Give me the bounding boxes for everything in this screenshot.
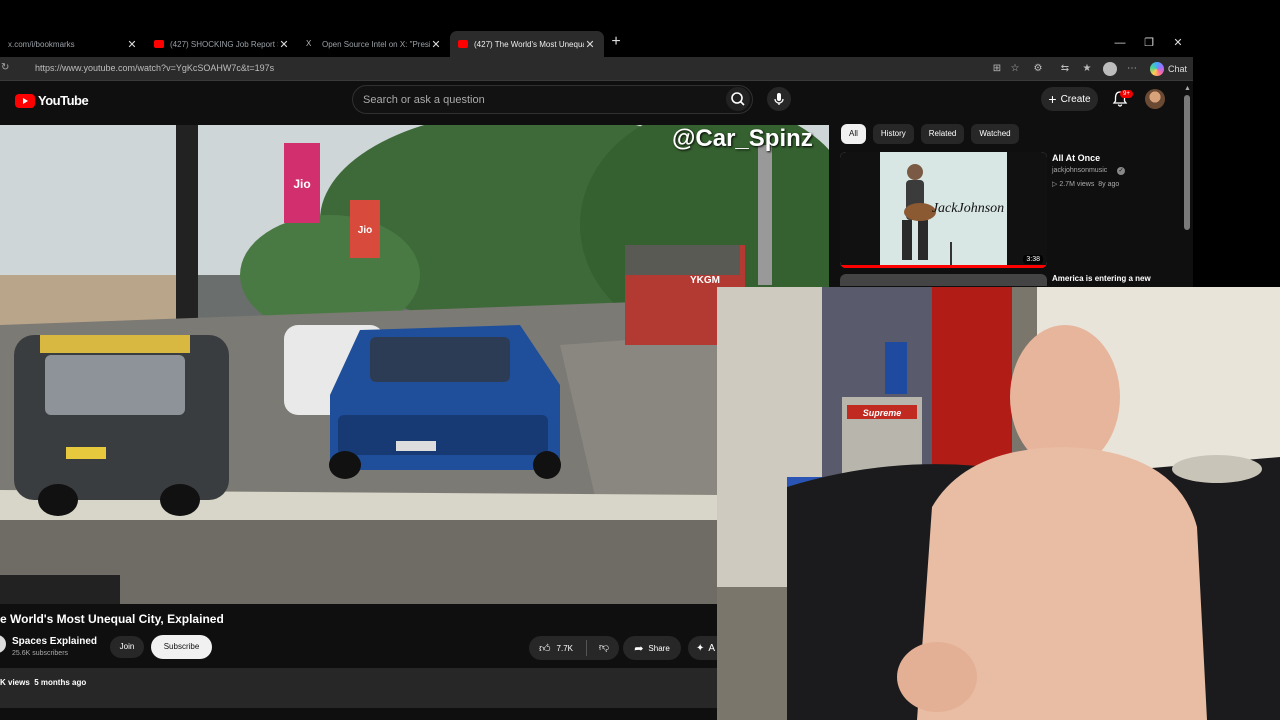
jio-sign-text-2: Jio <box>358 225 372 236</box>
tab-title: (427) SHOCKING Job Report Stuns <box>170 39 278 49</box>
close-tab-icon[interactable]: ✕ <box>430 38 442 51</box>
favorite-star-icon[interactable]: ☆ <box>1009 63 1021 75</box>
app-available-icon[interactable]: ⊞ <box>991 63 1003 75</box>
webcam-frame: Supreme <box>717 287 1280 720</box>
video-frame: Jio Jio YKGM <box>0 125 829 604</box>
url-field[interactable]: https://www.youtube.com/watch?v=YgKcSOAH… <box>35 63 274 73</box>
recommendation-thumbnail-2[interactable] <box>840 274 1047 286</box>
tab-open-source-intel[interactable]: X Open Source Intel on X: "Preside ✕ <box>298 31 450 57</box>
share-label: Share <box>648 643 670 653</box>
recommendation-channel[interactable]: jackjohnsonmusic <box>1052 167 1107 174</box>
close-window-button[interactable]: ✕ <box>1168 36 1188 50</box>
scrollbar-thumb[interactable] <box>1184 95 1190 230</box>
user-avatar[interactable] <box>1145 89 1165 109</box>
browser-profile-avatar[interactable] <box>1103 62 1117 76</box>
favorites-icon[interactable]: ★ <box>1081 63 1093 75</box>
x-favicon-icon: X <box>306 39 312 48</box>
album-art-text: JackJohnson <box>932 201 1004 216</box>
address-bar: ↻ https://www.youtube.com/watch?v=YgKcSO… <box>0 57 1193 81</box>
share-arrow-icon: ➦ <box>634 642 644 655</box>
like-button[interactable]: 👍︎ 7.7K <box>529 636 583 660</box>
share-button[interactable]: ➦ Share <box>623 636 681 660</box>
create-button[interactable]: + Create <box>1041 87 1098 111</box>
duration-badge: 3:38 <box>1023 255 1043 264</box>
close-tab-icon[interactable]: ✕ <box>278 38 290 51</box>
filter-chips: All History Related Watched <box>841 124 1019 144</box>
new-tab-button[interactable]: + <box>608 34 624 50</box>
copilot-icon[interactable] <box>1150 62 1164 76</box>
search-input[interactable] <box>361 92 701 108</box>
youtube-favicon-icon <box>458 40 468 48</box>
video-player[interactable]: Jio Jio YKGM @Car_Spinz <box>0 125 829 604</box>
recommendation-title-2[interactable]: America is entering a new <box>1052 274 1151 283</box>
tab-job-report[interactable]: (427) SHOCKING Job Report Stuns ✕ <box>146 31 298 57</box>
recommendation-title[interactable]: All At Once <box>1052 153 1100 163</box>
video-title: e World's Most Unequal City, Explained <box>0 612 224 626</box>
webcam-overlay: Supreme <box>717 287 1280 720</box>
reload-icon[interactable]: ↻ <box>1 62 13 74</box>
tab-worlds-most-unequal[interactable]: (427) The World's Most Unequal C ✕ <box>450 31 604 57</box>
close-tab-icon[interactable]: ✕ <box>126 38 138 51</box>
dislike-button[interactable]: 👎︎ <box>589 636 619 660</box>
video-watermark: @Car_Spinz <box>672 125 813 152</box>
subscriber-count: 25.6K subscribers <box>12 650 69 657</box>
watch-progress-bar <box>840 265 1047 268</box>
channel-name[interactable]: Spaces Explained <box>12 636 97 647</box>
webcam-box-text: Supreme <box>863 408 902 418</box>
like-dislike-group: 👍︎ 7.7K 👎︎ <box>529 636 619 660</box>
plus-icon: + <box>1048 91 1057 107</box>
close-tab-icon[interactable]: ✕ <box>584 38 596 51</box>
chat-label[interactable]: Chat <box>1168 64 1187 74</box>
like-count: 7.7K <box>556 643 573 653</box>
search-box <box>352 85 753 114</box>
minimize-button[interactable]: — <box>1110 36 1130 50</box>
microphone-icon[interactable] <box>767 87 791 111</box>
search-icon[interactable] <box>726 87 750 111</box>
recommendation-thumbnail[interactable]: JackJohnson 3:38 <box>840 152 1047 268</box>
split-screen-icon[interactable]: ⇆ <box>1059 63 1071 75</box>
chip-watched[interactable]: Watched <box>971 124 1019 144</box>
video-meta: K views 5 months ago <box>0 678 86 687</box>
play-icon: ▷ <box>1052 181 1058 188</box>
thumbs-up-icon: 👍︎ <box>539 642 551 655</box>
notification-badge: 9+ <box>1120 90 1133 98</box>
album-art: JackJohnson <box>840 152 1047 268</box>
chip-related[interactable]: Related <box>920 124 965 144</box>
upload-age: 5 months ago <box>34 678 87 687</box>
tab-title: (427) The World's Most Unequal C <box>474 39 584 49</box>
sparkle-icon: ✦ <box>696 642 705 654</box>
channel-avatar[interactable] <box>0 635 6 653</box>
truck-sign-text: YKGM <box>690 275 720 286</box>
scroll-up-arrow-icon[interactable]: ▲ <box>1184 85 1191 92</box>
subscribe-button[interactable]: Subscribe <box>151 635 212 659</box>
chip-history[interactable]: History <box>872 124 914 144</box>
description-box[interactable] <box>0 668 729 708</box>
tab-bookmarks[interactable]: x.com/i/bookmarks ✕ <box>0 31 146 57</box>
youtube-logo[interactable]: YouTube <box>15 93 89 108</box>
like-divider <box>586 640 587 656</box>
tab-title: Open Source Intel on X: "Preside <box>322 39 430 49</box>
verified-check-icon: ✓ <box>1117 167 1125 175</box>
view-count: K views <box>0 678 30 687</box>
extensions-icon[interactable]: ⚙ <box>1032 63 1044 75</box>
recommendation-meta: ▷ 2.7M views 8y ago <box>1052 181 1120 188</box>
jio-sign-text: Jio <box>293 177 310 191</box>
logo-text: YouTube <box>38 93 89 108</box>
ask-label: A <box>708 642 716 654</box>
recommendation-age: 8y ago <box>1098 181 1120 188</box>
youtube-favicon-icon <box>154 40 164 48</box>
more-menu-icon[interactable]: ⋯ <box>1126 63 1138 75</box>
create-label: Create <box>1060 93 1091 105</box>
tab-title: x.com/i/bookmarks <box>8 39 75 49</box>
thumbs-down-icon: 👎︎ <box>598 642 610 653</box>
restore-button[interactable]: ❐ <box>1139 36 1159 50</box>
browser-tab-strip: x.com/i/bookmarks ✕ (427) SHOCKING Job R… <box>0 0 1193 57</box>
youtube-play-icon <box>15 93 35 108</box>
chip-all[interactable]: All <box>841 124 866 144</box>
join-button[interactable]: Join <box>110 636 144 658</box>
recommendation-views: 2.7M <box>1059 181 1075 188</box>
